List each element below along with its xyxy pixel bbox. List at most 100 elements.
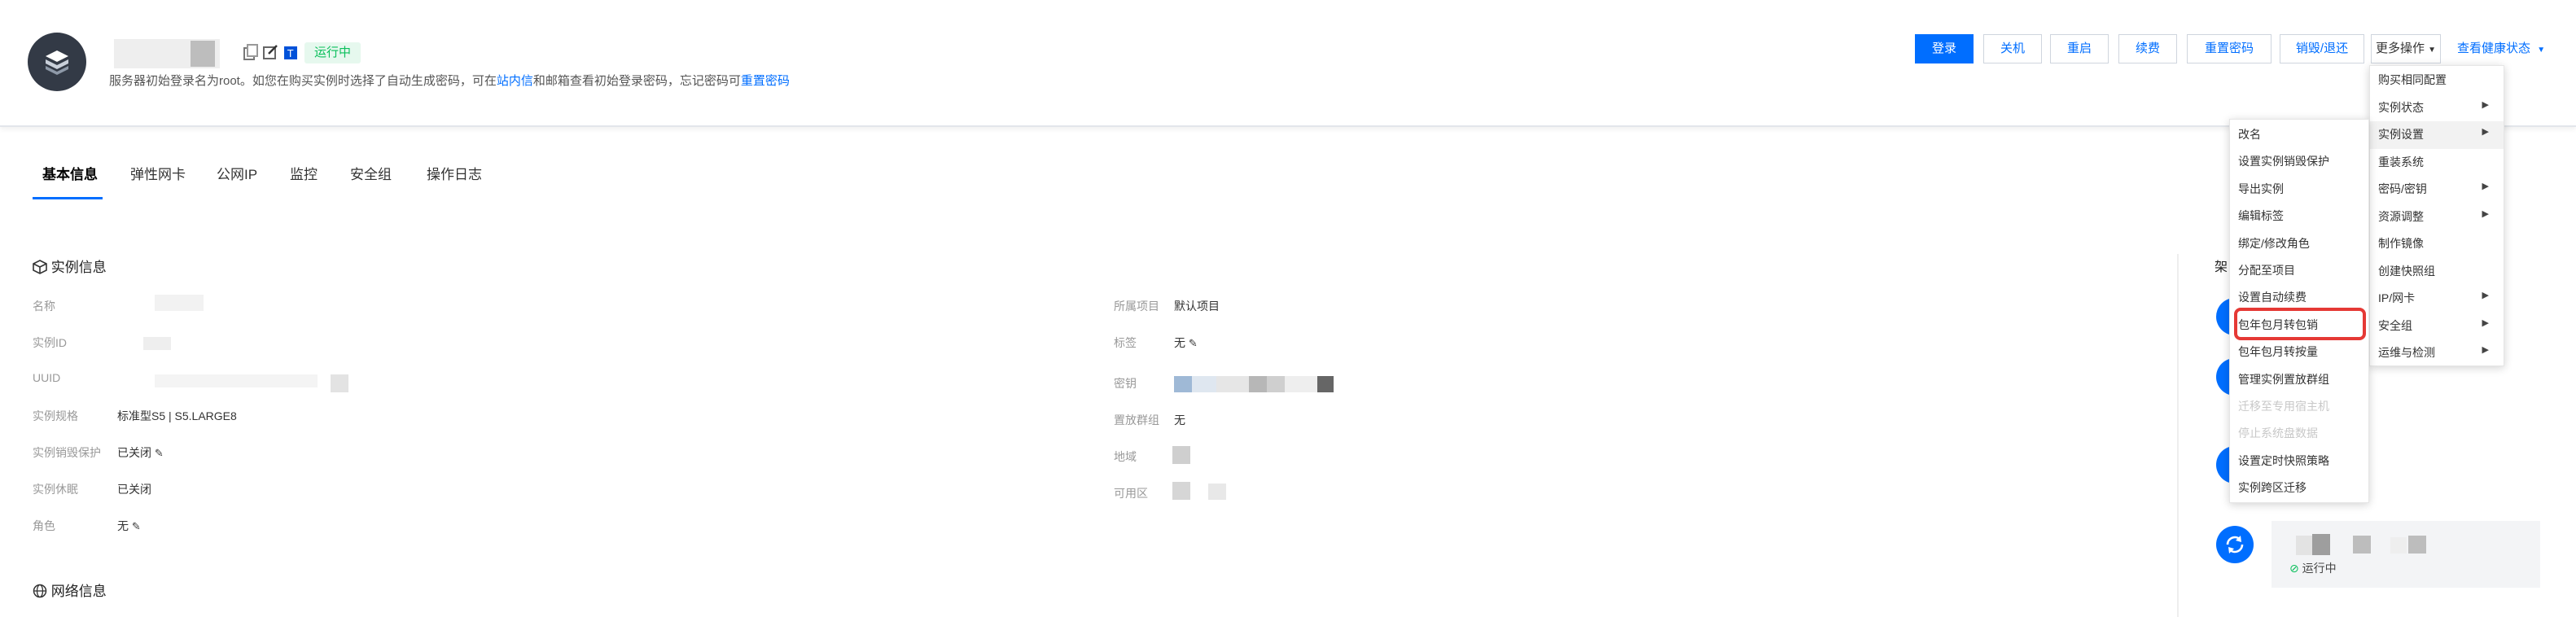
masked-block — [1249, 376, 1267, 392]
masked-value — [155, 374, 318, 387]
terminate-button[interactable]: 销毁/退还 — [2280, 34, 2364, 63]
network-info-title: 网络信息 — [33, 580, 107, 600]
menu-item[interactable]: 创建快照组 — [2378, 263, 2497, 279]
submenu-item[interactable]: 管理实例置放群组 — [2238, 371, 2329, 387]
menu-item[interactable]: 密码/密钥 ▶ — [2378, 181, 2497, 197]
tab-operation-log[interactable]: 操作日志 — [427, 163, 482, 183]
side-panel-title: 架 — [2215, 260, 2228, 274]
panel-divider — [2177, 254, 2179, 617]
masked-block — [2353, 536, 2371, 554]
info-label: 可用区 — [1114, 487, 1148, 500]
menu-item[interactable]: 运维与检测 ▶ — [2378, 344, 2497, 361]
menu-item[interactable]: 实例设置 ▶ — [2378, 126, 2497, 142]
tag-value: 无 ✎ — [1174, 335, 1198, 351]
placement-group-value: 无 — [1174, 414, 1185, 427]
network-info-title-text: 网络信息 — [50, 584, 107, 599]
info-label: 密钥 — [1114, 377, 1137, 390]
highlight-annotation-box — [2234, 308, 2366, 340]
info-label: 实例ID — [33, 336, 67, 349]
masked-block — [2312, 534, 2330, 555]
tab-eni[interactable]: 弹性网卡 — [130, 163, 186, 183]
instance-name-masked-part — [191, 41, 215, 67]
project-value: 默认项目 — [1174, 300, 1220, 313]
submenu-item[interactable]: 绑定/修改角色 — [2238, 235, 2310, 252]
reset-password-button[interactable]: 重置密码 — [2187, 34, 2272, 63]
submenu-item: 停止系统盘数据 — [2238, 427, 2318, 440]
submenu-item[interactable]: 实例跨区迁移 — [2238, 479, 2307, 496]
info-label: 实例销毁保护 — [33, 446, 101, 459]
server-icon — [46, 50, 68, 75]
submenu-item[interactable]: 设置定时快照策略 — [2238, 453, 2329, 469]
submenu-arrow-icon: ▶ — [2482, 99, 2489, 110]
copy-icon[interactable] — [243, 44, 261, 62]
submenu-item[interactable]: 改名 — [2238, 126, 2261, 142]
pencil-icon[interactable]: ✎ — [155, 447, 164, 459]
menu-item[interactable]: IP/网卡 ▶ — [2378, 290, 2497, 306]
menu-item-label: 运维与检测 — [2378, 346, 2435, 359]
menu-item-label: 资源调整 — [2378, 209, 2424, 223]
pencil-icon[interactable]: ✎ — [132, 520, 141, 532]
login-notice: 服务器初始登录名为root。如您在购买实例时选择了自动生成密码，可在站内信和邮箱… — [109, 72, 790, 89]
info-label: 地域 — [1114, 450, 1137, 463]
more-actions-label: 更多操作 — [2375, 42, 2425, 55]
cube-icon — [33, 260, 51, 275]
menu-item-label: 购买相同配置 — [2378, 73, 2447, 86]
menu-item[interactable]: 安全组 ▶ — [2378, 317, 2497, 334]
masked-region-value — [1172, 446, 1190, 464]
submenu-item[interactable]: 包年包月转按量 — [2238, 344, 2318, 360]
site-message-link[interactable]: 站内信 — [497, 74, 533, 88]
hibernation-value: 已关闭 — [117, 483, 151, 496]
submenu-item[interactable]: 设置实例销毁保护 — [2238, 153, 2329, 169]
info-label: 名称 — [33, 300, 55, 313]
terminal-icon[interactable]: T — [283, 44, 301, 62]
server-avatar — [28, 33, 86, 91]
masked-block — [1174, 376, 1192, 392]
menu-item-label: 实例设置 — [2378, 128, 2424, 141]
menu-item[interactable]: 制作镜像 — [2378, 235, 2497, 252]
submenu-item[interactable]: 导出实例 — [2238, 181, 2284, 197]
tab-monitor[interactable]: 监控 — [290, 163, 318, 183]
info-label: 角色 — [33, 519, 55, 532]
instance-card[interactable]: ⊘ 运行中 — [2272, 521, 2540, 588]
masked-key-value — [1174, 376, 1334, 392]
masked-block — [2408, 536, 2426, 554]
tab-security-group[interactable]: 安全组 — [350, 163, 392, 183]
tab-basic-info[interactable]: 基本信息 — [42, 163, 98, 183]
submenu-item[interactable]: 分配至项目 — [2238, 262, 2295, 278]
submenu-arrow-icon: ▶ — [2482, 317, 2489, 328]
login-button[interactable]: 登录 — [1915, 34, 1974, 63]
menu-item[interactable]: 购买相同配置 — [2378, 72, 2497, 88]
masked-value — [155, 295, 204, 311]
submenu-arrow-icon: ▶ — [2482, 345, 2489, 355]
running-icon: ⊘ — [2289, 562, 2299, 575]
view-health-link[interactable]: 查看健康状态 ▼ — [2457, 34, 2545, 63]
shutdown-button[interactable]: 关机 — [1983, 34, 2042, 63]
submenu-item[interactable]: 设置自动续费 — [2238, 289, 2307, 305]
status-badge: 运行中 — [304, 42, 361, 63]
menu-item-label: 实例状态 — [2378, 100, 2424, 114]
menu-item-label: 制作镜像 — [2378, 237, 2424, 250]
reset-password-link[interactable]: 重置密码 — [741, 74, 790, 88]
role-text: 无 — [117, 519, 129, 532]
menu-item[interactable]: 资源调整 ▶ — [2378, 208, 2497, 225]
renew-button[interactable]: 续费 — [2118, 34, 2177, 63]
menu-item[interactable]: 实例状态 ▶ — [2378, 99, 2497, 116]
caret-down-icon: ▼ — [2428, 46, 2437, 55]
caret-down-icon: ▼ — [2537, 46, 2546, 55]
instance-card-status-text: 运行中 — [2302, 562, 2337, 575]
masked-block — [1285, 376, 1317, 392]
pencil-icon[interactable]: ✎ — [1189, 337, 1198, 349]
restart-button[interactable]: 重启 — [2050, 34, 2109, 63]
more-actions-button[interactable]: 更多操作 ▼ — [2371, 34, 2441, 63]
view-health-label: 查看健康状态 — [2457, 42, 2531, 55]
submenu-item[interactable]: 编辑标签 — [2238, 208, 2284, 224]
tab-public-ip[interactable]: 公网IP — [217, 163, 257, 183]
tag-text: 无 — [1174, 336, 1185, 349]
menu-item-label: IP/网卡 — [2378, 291, 2416, 304]
menu-item[interactable]: 重装系统 — [2378, 154, 2497, 170]
info-label: 标签 — [1114, 336, 1137, 349]
submenu-arrow-icon: ▶ — [2482, 127, 2489, 137]
masked-zone-value — [1172, 482, 1190, 500]
edit-icon[interactable] — [262, 44, 280, 62]
instance-info-title-text: 实例信息 — [50, 260, 107, 275]
